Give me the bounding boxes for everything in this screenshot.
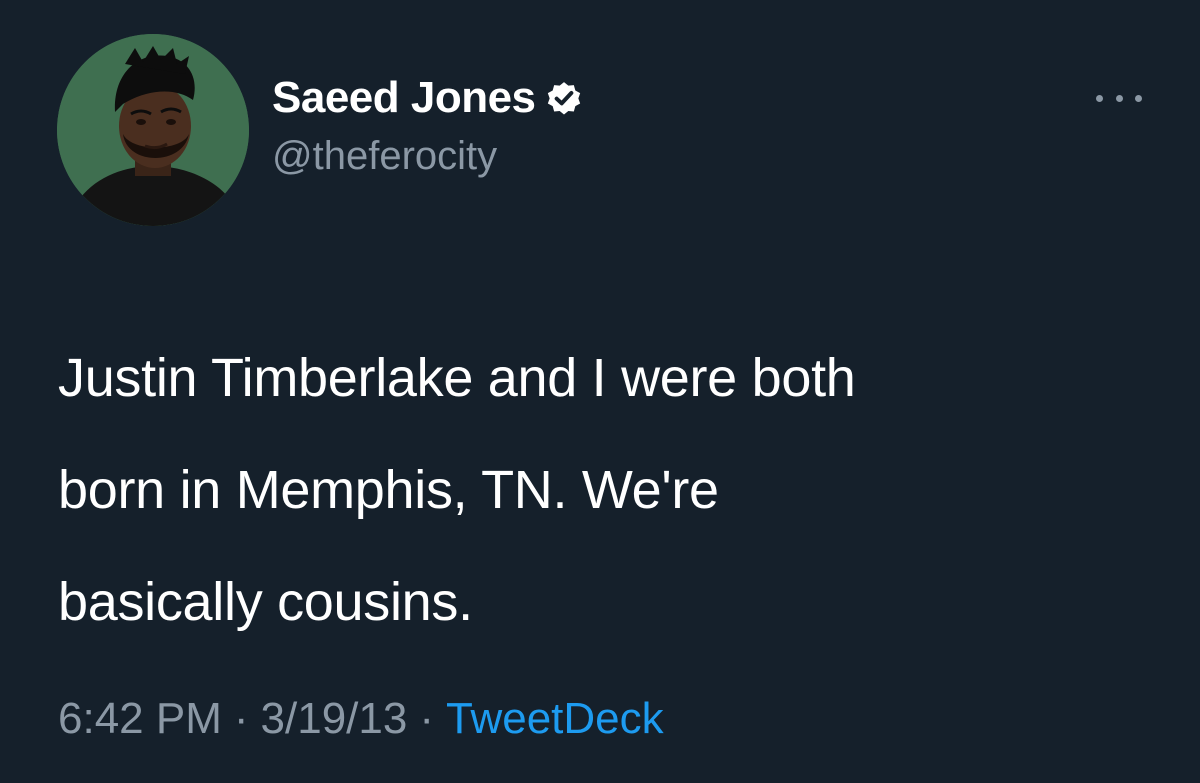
author-handle[interactable]: @theferocity (272, 134, 584, 179)
more-options-icon (1115, 94, 1123, 102)
author-identity: Saeed Jones @theferocity (272, 70, 584, 179)
tweet-time[interactable]: 6:42 PM (58, 694, 222, 744)
more-options-button[interactable] (1096, 86, 1142, 110)
name-row: Saeed Jones (272, 70, 584, 126)
tweet-date[interactable]: 3/19/13 (261, 694, 408, 744)
verified-badge-icon (544, 78, 584, 118)
tweet-text: Justin Timberlake and I were both born i… (58, 348, 856, 632)
tweet-source-link[interactable]: TweetDeck (446, 694, 664, 744)
more-options-icon (1135, 94, 1142, 102)
tweet: Saeed Jones @theferocity Justin Timberla… (0, 0, 1200, 783)
meta-separator: · (419, 694, 434, 743)
avatar[interactable] (57, 34, 249, 226)
author-display-name[interactable]: Saeed Jones (272, 73, 536, 123)
avatar-photo (57, 34, 249, 226)
tweet-metadata: 6:42 PM · 3/19/13 · TweetDeck (58, 694, 664, 744)
meta-separator: · (233, 694, 249, 743)
more-options-icon (1096, 94, 1103, 102)
